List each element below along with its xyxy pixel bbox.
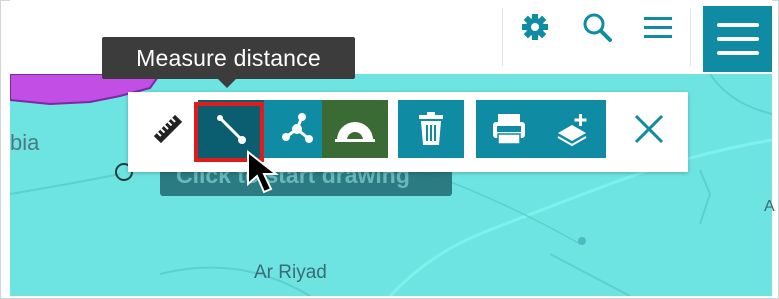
ruler-button[interactable]: [138, 100, 198, 158]
measure-distance-icon: [217, 115, 246, 144]
measure-angle-icon: [335, 122, 375, 142]
measure-toolbar: [128, 92, 688, 172]
close-button[interactable]: [616, 100, 682, 158]
tooltip: Measure distance: [102, 37, 355, 88]
map-label-city: Ar Riyad: [254, 262, 327, 283]
map-label-region: bia: [10, 130, 40, 155]
hamburger-menu-button[interactable]: [703, 6, 772, 72]
trash-icon: [419, 112, 443, 145]
header-divider: [690, 8, 691, 66]
list-icon: [644, 17, 672, 38]
measure-angle-button[interactable]: [322, 100, 388, 158]
map-label-edge: A: [764, 198, 775, 215]
search-icon: [583, 13, 612, 42]
header-divider: [502, 8, 503, 66]
hamburger-menu-icon: [716, 23, 759, 55]
add-layer-button[interactable]: [540, 100, 606, 158]
search-button[interactable]: [580, 10, 614, 44]
delete-button[interactable]: [398, 100, 464, 158]
add-layer-icon: [557, 114, 587, 147]
export-json-button[interactable]: [476, 100, 542, 158]
settings-button[interactable]: [518, 10, 552, 44]
export-json-icon: [493, 114, 525, 145]
ruler-icon: [153, 114, 183, 144]
gear-icon: [522, 14, 548, 40]
close-icon: [634, 114, 664, 144]
list-button[interactable]: [641, 10, 675, 44]
measure-area-icon: [282, 113, 313, 143]
mouse-cursor-icon: [247, 150, 279, 194]
